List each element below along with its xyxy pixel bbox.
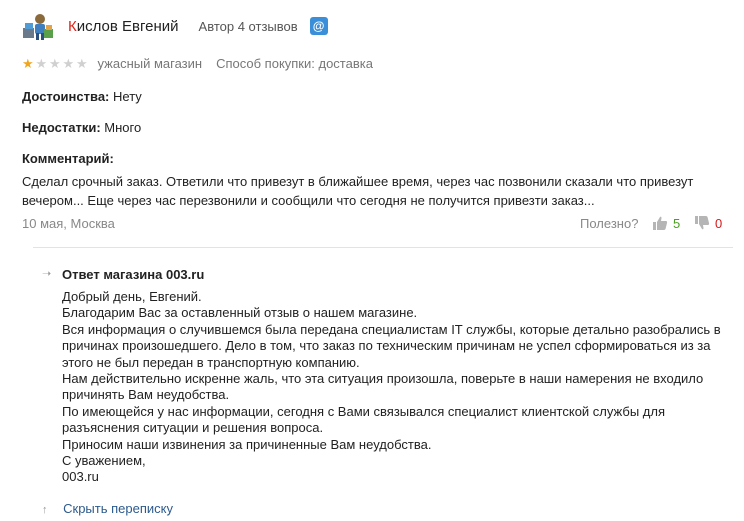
cons-label: Недостатки: [22, 120, 101, 135]
author-review-count: Автор 4 отзывов [198, 18, 298, 34]
reply-line: Благодарим Вас за оставленный отзыв о на… [62, 305, 418, 321]
votes-down-count: 0 [715, 216, 723, 231]
reply-line: Нам действительно искренне жаль, что эта… [62, 371, 704, 403]
user-avatar-icon[interactable] [22, 11, 54, 41]
pros-label: Достоинства: [22, 89, 110, 104]
reply-line: Приносим наши извинения за причиненные В… [62, 436, 432, 452]
reply-line: С уважением, [62, 453, 146, 469]
pros-field: Достоинства: Нету [22, 89, 142, 104]
shop-reply-title: Ответ магазина 003.ru [62, 267, 205, 282]
cons-field: Недостатки: Много [22, 120, 141, 135]
email-icon[interactable]: @ [309, 17, 328, 35]
reply-line: По имеющейся у нас информации, сегодня с… [62, 403, 665, 436]
useful-label: Полезно? [580, 216, 639, 231]
reply-line: Вся информация о случившемся была переда… [62, 321, 721, 370]
star-rating: ★ ★ ★ ★ ★ [22, 57, 90, 70]
thumbs-up-icon[interactable] [652, 215, 668, 231]
cons-value: Много [104, 120, 142, 135]
reply-line: 003.ru [62, 469, 99, 485]
review-footer: 10 мая, Москва Полезно? 5 0 [22, 216, 722, 234]
hide-conversation-link[interactable]: Скрыть переписку [63, 501, 173, 516]
star-filled-icon: ★ [22, 55, 34, 71]
votes-up-count: 5 [673, 216, 681, 231]
divider [33, 247, 733, 248]
reply-line: Добрый день, Евгений. [62, 289, 202, 304]
star-empty-icon: ★ [76, 55, 88, 71]
review-date-location: 10 мая, Москва [22, 216, 115, 231]
comment-label: Комментарий: [22, 151, 114, 166]
rating-text: ужасный магазин [97, 55, 203, 71]
hide-conversation-row: ↑ Скрыть переписку [42, 501, 173, 516]
purchase-method: Способ покупки: доставка [216, 55, 373, 71]
shop-reply-body: Добрый день, Евгений. Благодарим Вас за … [62, 289, 722, 486]
arrow-up-icon: ↑ [42, 504, 48, 516]
review-comment: Сделал срочный заказ. Ответили что приве… [22, 174, 694, 208]
comment-label-field: Комментарий: [22, 151, 114, 166]
author-name[interactable]: Кислов Евгений [68, 18, 179, 35]
rating-row: ★ ★ ★ ★ ★ ужасный магазин Способ покупки: до… [22, 55, 373, 71]
thumbs-down-icon[interactable] [694, 215, 710, 231]
star-empty-icon: ★ [35, 55, 48, 71]
star-empty-icon: ★ [62, 55, 75, 71]
pros-value: Нету [113, 89, 142, 104]
review-author-header: Кислов Евгений Автор 4 отзывов @ [22, 10, 328, 42]
star-empty-icon: ★ [49, 55, 61, 71]
arrow-right-icon: ➝ [42, 268, 52, 280]
